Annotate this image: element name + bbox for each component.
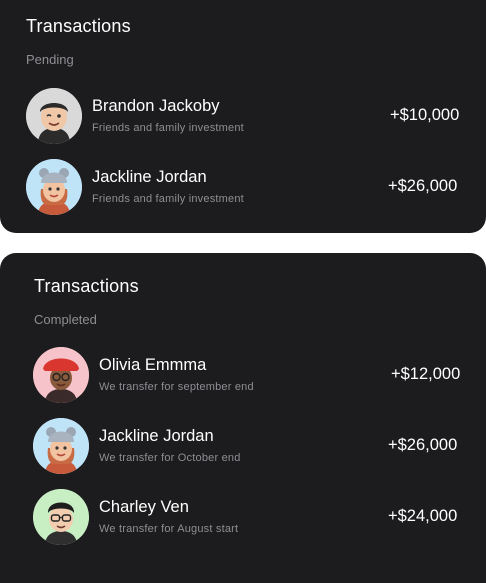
pending-section-label: Pending <box>26 52 74 67</box>
man-wink-avatar-icon <box>26 88 82 144</box>
transaction-row[interactable]: Charley Ven We transfer for August start… <box>33 489 463 545</box>
transaction-description: Friends and family investment <box>92 193 244 205</box>
completed-card-title: Transactions <box>34 276 139 296</box>
transaction-row[interactable]: Jackline Jordan We transfer for October … <box>33 418 463 474</box>
transaction-amount: +$10,000 <box>390 106 460 124</box>
pending-transactions-card: Transactions Pending Brandon Jackoby Fri… <box>0 0 486 233</box>
transaction-amount: +$12,000 <box>391 365 461 383</box>
transaction-description: We transfer for October end <box>99 452 241 464</box>
transaction-row[interactable]: Olivia Emmma We transfer for september e… <box>33 347 463 403</box>
transaction-name: Jackline Jordan <box>99 427 214 445</box>
completed-section-label: Completed <box>34 312 97 327</box>
woman-bear-hat-avatar-icon <box>26 159 82 215</box>
transaction-name: Brandon Jackoby <box>92 97 220 115</box>
transaction-row[interactable]: Jackline Jordan Friends and family inves… <box>26 159 462 215</box>
transaction-amount: +$26,000 <box>388 177 458 195</box>
transaction-description: We transfer for september end <box>99 381 254 393</box>
transaction-description: We transfer for August start <box>99 523 239 535</box>
woman-red-hat-avatar-icon <box>33 347 89 403</box>
transaction-amount: +$26,000 <box>388 436 458 454</box>
transaction-amount: +$24,000 <box>388 507 458 525</box>
transaction-name: Charley Ven <box>99 498 189 516</box>
transaction-name: Olivia Emmma <box>99 356 207 374</box>
completed-transactions-card: Transactions Completed Olivia Emmma We t… <box>0 253 486 583</box>
woman-bear-hat-avatar-icon <box>33 418 89 474</box>
transaction-name: Jackline Jordan <box>92 168 207 186</box>
transaction-row[interactable]: Brandon Jackoby Friends and family inves… <box>26 88 462 144</box>
man-glasses-avatar-icon <box>33 489 89 545</box>
pending-card-title: Transactions <box>26 16 131 36</box>
transaction-description: Friends and family investment <box>92 122 244 134</box>
